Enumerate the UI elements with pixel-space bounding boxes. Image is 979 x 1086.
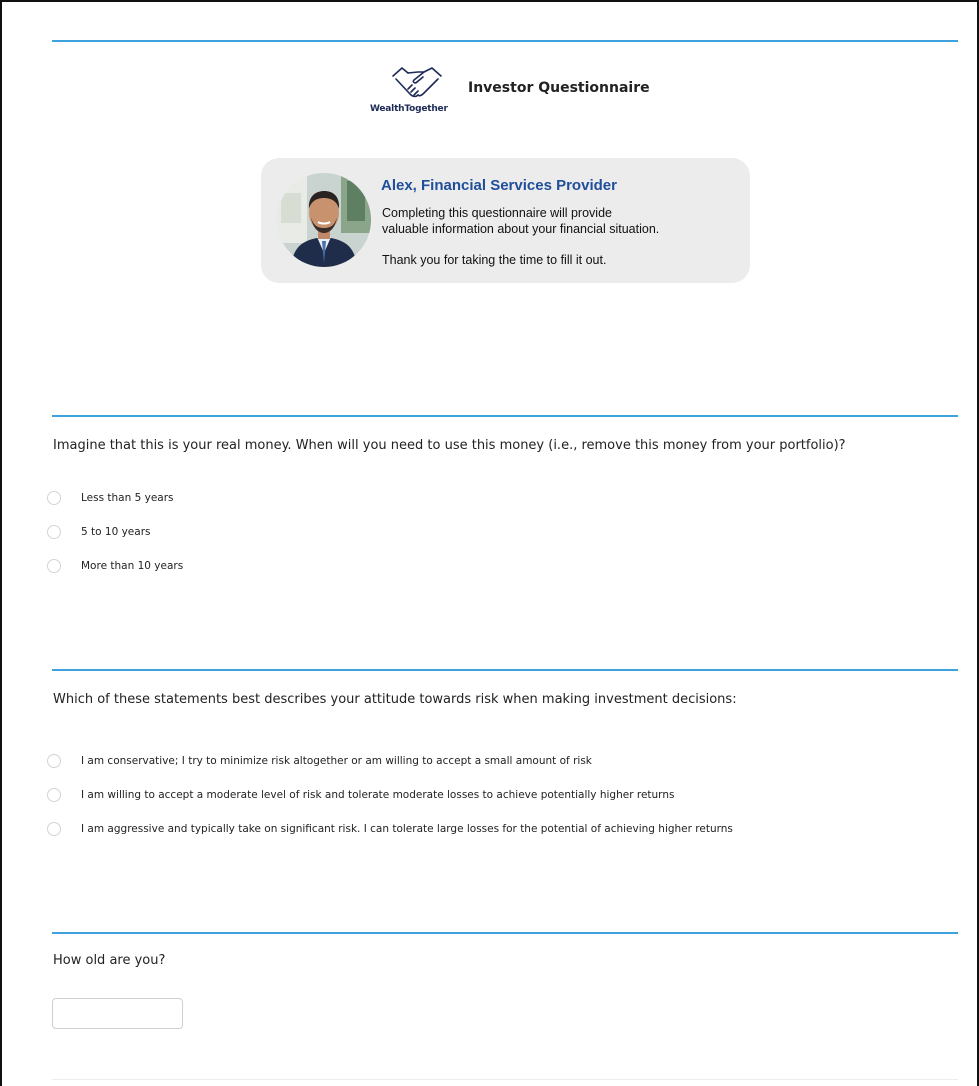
option-label: Less than 5 years: [81, 492, 174, 504]
radio-button[interactable]: [47, 822, 61, 836]
option-label: I am conservative; I try to minimize ris…: [81, 755, 592, 767]
option-less-than-5-years[interactable]: Less than 5 years: [47, 490, 174, 506]
section-divider: [52, 1079, 958, 1080]
advisor-photo: [277, 173, 371, 267]
age-input[interactable]: [52, 998, 183, 1029]
option-aggressive[interactable]: I am aggressive and typically take on si…: [47, 821, 733, 837]
brand-logo: WealthTogether: [370, 64, 470, 120]
intro-text-line-3: Thank you for taking the time to fill it…: [382, 253, 607, 267]
question-time-horizon: Imagine that this is your real money. Wh…: [53, 438, 846, 453]
question-risk-attitude: Which of these statements best describes…: [53, 692, 737, 707]
option-moderate[interactable]: I am willing to accept a moderate level …: [47, 787, 674, 803]
intro-text-line-2: valuable information about your financia…: [382, 222, 660, 236]
option-label: More than 10 years: [81, 560, 184, 572]
radio-button[interactable]: [47, 559, 61, 573]
option-more-than-10-years[interactable]: More than 10 years: [47, 558, 183, 574]
option-label: I am aggressive and typically take on si…: [81, 823, 733, 835]
avatar: [277, 173, 371, 267]
question-age: How old are you?: [53, 953, 166, 968]
option-label: I am willing to accept a moderate level …: [81, 789, 675, 801]
brand-name: WealthTogether: [370, 104, 448, 114]
option-conservative[interactable]: I am conservative; I try to minimize ris…: [47, 753, 592, 769]
section-divider: [52, 40, 958, 42]
intro-text-line-1: Completing this questionnaire will provi…: [382, 206, 612, 220]
page-title: Investor Questionnaire: [468, 80, 650, 96]
section-divider: [52, 932, 958, 934]
radio-button[interactable]: [47, 491, 61, 505]
advisor-intro-card: Alex, Financial Services Provider Comple…: [261, 158, 750, 283]
option-5-to-10-years[interactable]: 5 to 10 years: [47, 524, 151, 540]
questionnaire-page: WealthTogether Investor Questionnaire Al…: [0, 0, 979, 1086]
section-divider: [52, 669, 958, 671]
handshake-icon: [392, 67, 442, 98]
advisor-name: Alex, Financial Services Provider: [381, 177, 617, 194]
section-divider: [52, 415, 958, 417]
option-label: 5 to 10 years: [81, 526, 151, 538]
radio-button[interactable]: [47, 788, 61, 802]
radio-button[interactable]: [47, 525, 61, 539]
radio-button[interactable]: [47, 754, 61, 768]
